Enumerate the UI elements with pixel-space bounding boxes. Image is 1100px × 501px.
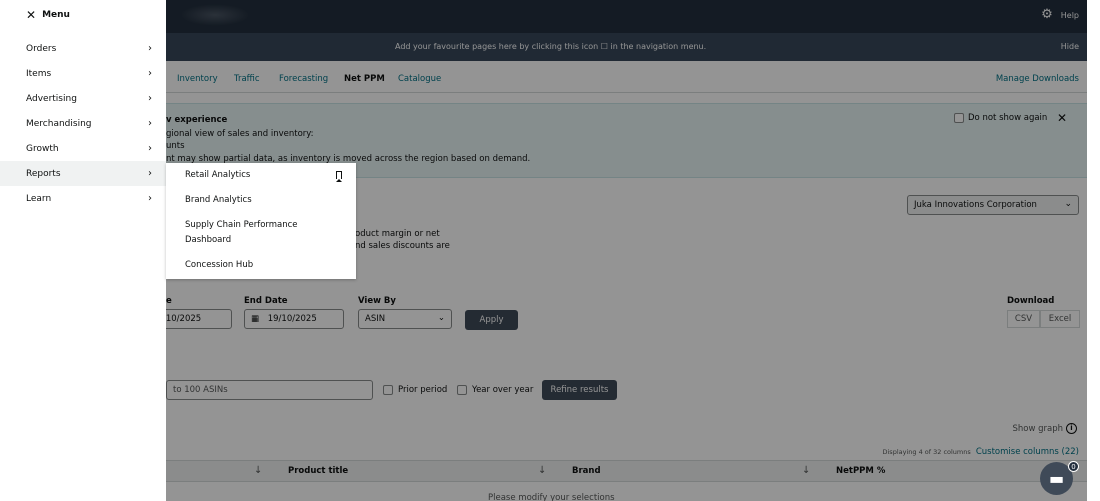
menu-item-label: Advertising bbox=[26, 93, 77, 104]
bookmark-icon[interactable] bbox=[336, 171, 342, 182]
menu-item-label: Learn bbox=[26, 193, 52, 204]
submenu-item-brand-analytics[interactable]: Brand Analytics bbox=[185, 193, 252, 208]
chat-icon: ▬ bbox=[1048, 469, 1065, 488]
menu-item-label: Items bbox=[26, 68, 52, 79]
menu-item-advertising[interactable]: Advertising › bbox=[0, 86, 166, 111]
chevron-right-icon: › bbox=[148, 118, 152, 129]
chevron-right-icon: › bbox=[148, 43, 152, 54]
chat-badge: 0 bbox=[1068, 461, 1079, 472]
chevron-right-icon: › bbox=[148, 193, 152, 204]
chevron-right-icon: › bbox=[148, 143, 152, 154]
close-icon[interactable]: ✕ bbox=[26, 8, 36, 22]
menu-item-merchandising[interactable]: Merchandising › bbox=[0, 111, 166, 136]
menu-title: Menu bbox=[42, 10, 70, 20]
submenu-item-supply-chain[interactable]: Supply Chain Performance bbox=[185, 218, 298, 233]
chevron-right-icon: › bbox=[148, 168, 152, 179]
menu-item-orders[interactable]: Orders › bbox=[0, 36, 166, 61]
menu-item-learn[interactable]: Learn › bbox=[0, 186, 166, 211]
chevron-right-icon: › bbox=[148, 93, 152, 104]
menu-item-reports[interactable]: Reports › bbox=[0, 161, 166, 186]
chevron-right-icon: › bbox=[148, 68, 152, 79]
menu-list: Orders › Items › Advertising › Merchandi… bbox=[0, 36, 166, 211]
menu-item-label: Orders bbox=[26, 43, 57, 54]
menu-item-label: Reports bbox=[26, 168, 61, 179]
scrollbar[interactable] bbox=[1087, 0, 1100, 501]
navigation-menu: ✕ Menu Orders › Items › Advertising › Me… bbox=[0, 0, 166, 501]
menu-item-items[interactable]: Items › bbox=[0, 61, 166, 86]
submenu-item-retail-analytics[interactable]: Retail Analytics bbox=[185, 168, 345, 183]
reports-submenu: Retail Analytics Brand Analytics Supply … bbox=[166, 163, 356, 279]
menu-header[interactable]: ✕ Menu bbox=[0, 0, 166, 30]
submenu-item-supply-chain-dashboard[interactable]: Dashboard bbox=[185, 233, 231, 248]
menu-item-label: Growth bbox=[26, 143, 59, 154]
menu-item-growth[interactable]: Growth › bbox=[0, 136, 166, 161]
menu-item-label: Merchandising bbox=[26, 118, 92, 129]
submenu-item-concession-hub[interactable]: Concession Hub bbox=[185, 258, 253, 273]
